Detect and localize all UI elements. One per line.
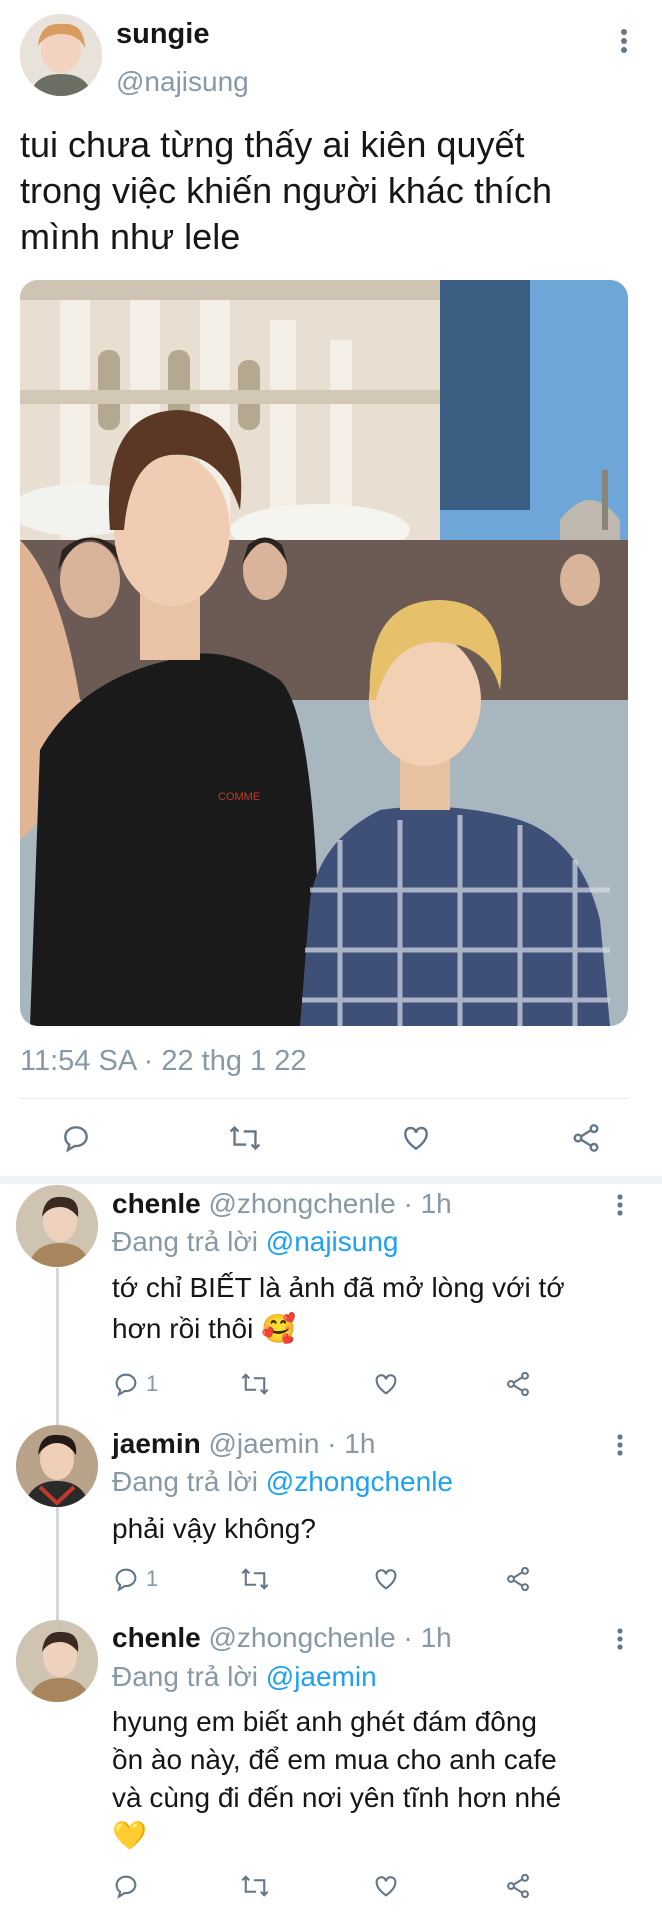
heart-icon[interactable]: [372, 1565, 400, 1593]
reply-icon: [115, 1568, 137, 1592]
reply-display-name[interactable]: jaemin: [112, 1428, 201, 1459]
reply-display-name[interactable]: chenle: [112, 1188, 201, 1219]
retweet-icon[interactable]: [228, 1122, 262, 1154]
tweet-text-line: mình như lele: [20, 216, 241, 257]
replying-to-link[interactable]: @najisung: [266, 1226, 399, 1257]
tweet-timestamp[interactable]: 11:54 SA · 22 thg 1 22: [20, 1045, 306, 1078]
replying-to: Đang trả lời @najisung: [112, 1226, 399, 1258]
reply-count: 1: [146, 1371, 159, 1396]
tweet-text-line: trong việc khiến người khác thích: [20, 170, 552, 211]
avatar-chenle[interactable]: [16, 1620, 98, 1702]
retweet-icon[interactable]: [240, 1565, 270, 1593]
heart-icon[interactable]: [372, 1370, 400, 1398]
reply-display-name[interactable]: chenle: [112, 1622, 201, 1653]
reply-text-line: tớ chỉ BIẾT là ảnh đã mở lòng với tớ: [112, 1272, 565, 1303]
reply-header: chenle @zhongchenle · 1h: [112, 1188, 452, 1220]
reply-text-line: 💛: [112, 1820, 147, 1851]
share-icon[interactable]: [570, 1122, 602, 1154]
replying-to-prefix: Đang trả lời: [112, 1661, 258, 1692]
avatar-chenle[interactable]: [16, 1185, 98, 1267]
reply-text: phải vậy không?: [112, 1508, 316, 1549]
tweet-photo[interactable]: COMME: [20, 280, 628, 1026]
heart-icon[interactable]: [372, 1872, 400, 1900]
avatar-sungie[interactable]: [20, 14, 102, 96]
replying-to-link[interactable]: @zhongchenle: [266, 1466, 453, 1497]
reply-text-line: và cùng đi đến nơi yên tĩnh hơn nhé: [112, 1782, 562, 1813]
handle[interactable]: @najisung: [116, 66, 249, 98]
replying-to: Đang trả lời @zhongchenle: [112, 1466, 453, 1498]
more-vertical-icon[interactable]: [614, 1628, 626, 1654]
reply-text: hyung em biết anh ghét đám đông ồn ào nà…: [112, 1703, 561, 1855]
divider: [20, 1098, 628, 1099]
reply-icon: [115, 1373, 137, 1397]
replying-to-prefix: Đang trả lời: [112, 1226, 258, 1257]
shirt-logo-text: COMME: [218, 791, 260, 803]
replying-to-prefix: Đang trả lời: [112, 1466, 258, 1497]
share-icon[interactable]: [504, 1872, 532, 1900]
reply-handle-time[interactable]: @zhongchenle · 1h: [208, 1622, 451, 1653]
reply-text-line: hyung em biết anh ghét đám đông: [112, 1706, 537, 1737]
heart-icon[interactable]: [400, 1122, 432, 1154]
display-name[interactable]: sungie: [116, 18, 209, 51]
share-icon[interactable]: [504, 1565, 532, 1593]
reply-header: jaemin @jaemin · 1h: [112, 1428, 375, 1460]
reply-icon: [115, 1875, 137, 1899]
reply-text: tớ chỉ BIẾT là ảnh đã mở lòng với tớ hơn…: [112, 1267, 565, 1349]
tweet-text: tui chưa từng thấy ai kiên quyết trong v…: [20, 122, 552, 260]
retweet-icon[interactable]: [240, 1370, 270, 1398]
reply-header: chenle @zhongchenle · 1h: [112, 1622, 452, 1654]
more-vertical-icon[interactable]: [614, 1194, 626, 1220]
replying-to-link[interactable]: @jaemin: [266, 1661, 377, 1692]
reply-action[interactable]: [112, 1872, 146, 1900]
reply-handle-time[interactable]: @jaemin · 1h: [208, 1428, 375, 1459]
reply-action[interactable]: 1: [112, 1370, 158, 1398]
reply-action[interactable]: 1: [112, 1565, 158, 1593]
retweet-icon[interactable]: [240, 1872, 270, 1900]
reply-text-line: ồn ào này, để em mua cho anh cafe: [112, 1744, 557, 1775]
reply-text-line: phải vậy không?: [112, 1513, 316, 1544]
share-icon[interactable]: [504, 1370, 532, 1398]
reply-handle-time[interactable]: @zhongchenle · 1h: [208, 1188, 451, 1219]
more-vertical-icon[interactable]: [618, 28, 630, 58]
reply-count: 1: [146, 1566, 159, 1591]
reply-text-line: hơn rồi thôi 🥰: [112, 1313, 296, 1344]
divider: [0, 1176, 662, 1184]
tweet-text-line: tui chưa từng thấy ai kiên quyết: [20, 124, 525, 165]
avatar-jaemin[interactable]: [16, 1425, 98, 1507]
reply-icon[interactable]: [60, 1122, 92, 1154]
more-vertical-icon[interactable]: [614, 1434, 626, 1460]
replying-to: Đang trả lời @jaemin: [112, 1661, 377, 1693]
